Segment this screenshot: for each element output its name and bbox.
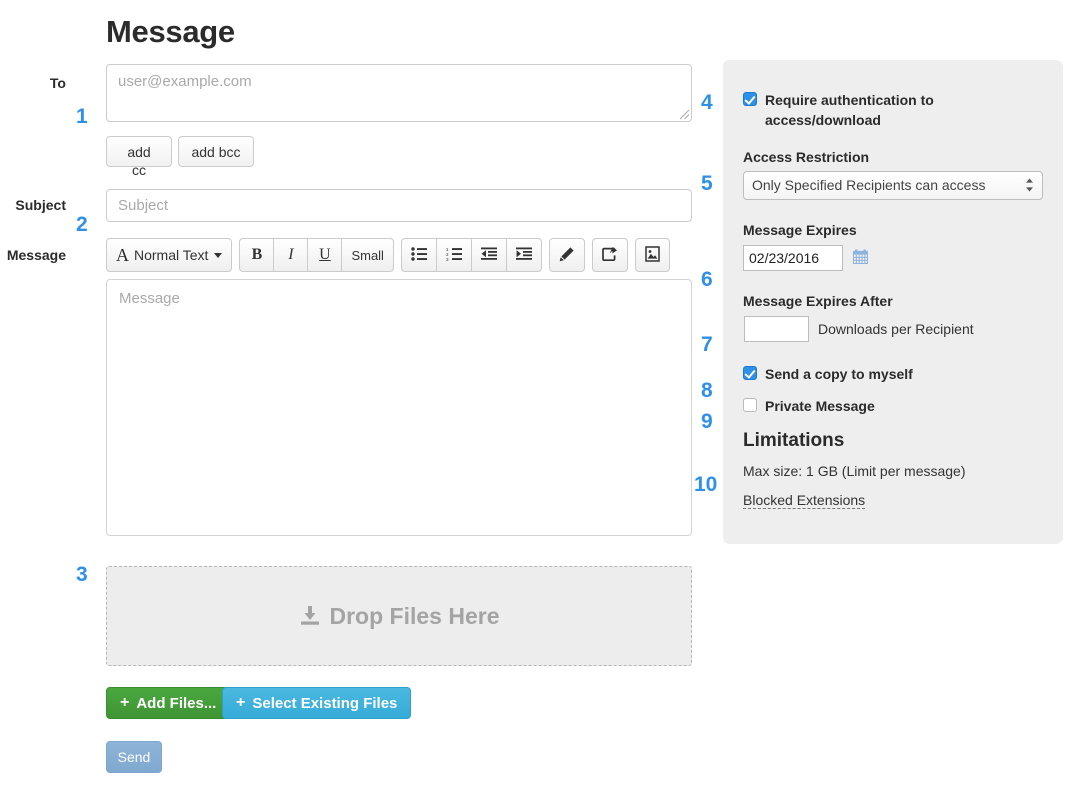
pencil-button[interactable]	[549, 238, 585, 272]
add-files-button[interactable]: + Add Files...	[106, 687, 230, 719]
select-existing-files-label: Select Existing Files	[252, 695, 397, 712]
outdent-icon	[481, 247, 497, 264]
normal-text-dropdown[interactable]: A Normal Text	[106, 238, 232, 272]
insert-image-group	[635, 238, 670, 272]
add-files-label: Add Files...	[136, 695, 216, 712]
max-size-text: Max size: 1 GB (Limit per message)	[743, 463, 1043, 479]
message-expires-after-heading: Message Expires After	[743, 293, 1043, 309]
file-dropzone[interactable]: Drop Files Here	[106, 566, 692, 666]
normal-text-label: Normal Text	[134, 247, 208, 263]
message-expires-input[interactable]	[743, 245, 843, 271]
downloads-row: Downloads per Recipient	[743, 316, 1043, 342]
page-title: Message	[106, 14, 235, 50]
private-message-checkbox[interactable]	[743, 398, 757, 412]
underline-button[interactable]: U	[307, 238, 341, 272]
message-expires-heading: Message Expires	[743, 222, 1043, 238]
unordered-list-button[interactable]	[401, 238, 436, 272]
annotation-marker-2: 2	[76, 214, 88, 235]
unordered-list-icon	[411, 247, 427, 264]
require-auth-label: Require authentication to access/downloa…	[765, 90, 945, 131]
message-input[interactable]	[106, 279, 692, 536]
require-auth-row[interactable]: Require authentication to access/downloa…	[743, 90, 1043, 131]
annotation-marker-10: 10	[694, 474, 717, 495]
download-tray-icon	[299, 605, 321, 627]
ordered-list-button[interactable]: 1 2 3	[436, 238, 471, 272]
send-copy-label: Send a copy to myself	[765, 364, 913, 384]
access-restriction-select-wrap: Only Specified Recipients can access	[743, 165, 1043, 200]
insert-image-button[interactable]	[635, 238, 670, 272]
indent-icon	[516, 247, 532, 264]
small-text-button[interactable]: Small	[341, 238, 394, 272]
downloads-per-recipient-label: Downloads per Recipient	[818, 321, 974, 337]
annotation-marker-5: 5	[701, 173, 713, 194]
calendar-icon[interactable]	[853, 249, 868, 267]
text-style-group: A Normal Text	[106, 238, 232, 272]
add-bcc-button[interactable]: add bcc	[178, 136, 254, 167]
chevron-down-icon	[214, 253, 222, 258]
options-panel: Require authentication to access/downloa…	[723, 60, 1063, 544]
indent-button[interactable]	[506, 238, 542, 272]
editor-toolbar: A Normal Text B I U Small	[106, 238, 670, 272]
downloads-per-recipient-input[interactable]	[744, 316, 809, 342]
dropzone-label: Drop Files Here	[330, 603, 500, 630]
annotation-marker-6: 6	[701, 269, 713, 290]
insert-image-icon	[645, 246, 660, 265]
pencil-group	[549, 238, 585, 272]
bold-button[interactable]: B	[239, 238, 273, 272]
to-input[interactable]	[106, 64, 692, 122]
select-existing-files-button[interactable]: + Select Existing Files	[222, 687, 411, 719]
private-message-row[interactable]: Private Message	[743, 396, 1043, 416]
inline-format-group: B I U Small	[239, 238, 394, 272]
outdent-button[interactable]	[471, 238, 506, 272]
annotation-marker-3: 3	[76, 564, 88, 585]
plus-icon: +	[236, 695, 245, 711]
message-label: Message	[0, 247, 66, 263]
access-restriction-select[interactable]: Only Specified Recipients can access	[743, 171, 1043, 200]
plus-icon: +	[120, 695, 129, 711]
to-label: To	[0, 75, 66, 91]
share-group	[592, 238, 628, 272]
send-copy-row[interactable]: Send a copy to myself	[743, 364, 1043, 384]
svg-text:3: 3	[446, 257, 449, 261]
annotation-marker-4: 4	[701, 92, 713, 113]
share-button[interactable]	[592, 238, 628, 272]
private-message-label: Private Message	[765, 396, 875, 416]
annotation-marker-1: 1	[76, 106, 88, 127]
require-auth-checkbox[interactable]	[743, 92, 757, 106]
message-expires-row	[743, 245, 1043, 271]
subject-label: Subject	[0, 197, 66, 213]
access-restriction-heading: Access Restriction	[743, 149, 1043, 165]
add-cc-button[interactable]: add cc	[106, 136, 172, 167]
annotation-marker-7: 7	[701, 334, 713, 355]
font-letter-icon: A	[116, 245, 129, 266]
limitations-heading: Limitations	[743, 430, 1043, 452]
list-indent-group: 1 2 3	[401, 238, 542, 272]
send-copy-checkbox[interactable]	[743, 366, 757, 380]
pencil-icon	[559, 246, 575, 265]
ordered-list-icon: 1 2 3	[446, 247, 462, 264]
subject-input[interactable]	[106, 189, 692, 222]
blocked-extensions-link[interactable]: Blocked Extensions	[743, 492, 865, 509]
annotation-marker-8: 8	[701, 380, 713, 401]
share-icon	[602, 246, 618, 265]
italic-button[interactable]: I	[273, 238, 307, 272]
annotation-marker-9: 9	[701, 411, 713, 432]
send-button[interactable]: Send	[106, 741, 162, 773]
